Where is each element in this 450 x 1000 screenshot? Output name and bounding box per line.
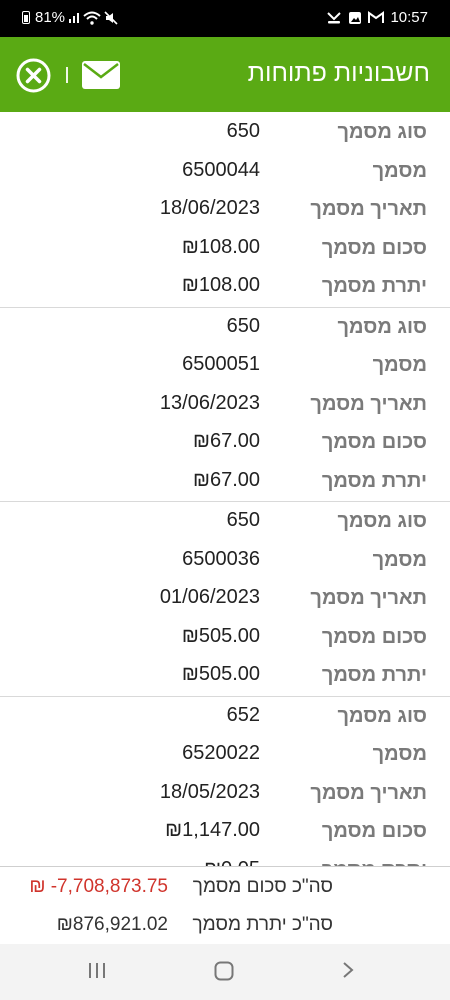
totals-footer: סה"כ סכום מסמך ₪ -7,708,873.75 סה"כ יתרת…: [0, 866, 450, 945]
doc-type-label: סוג מסמך: [337, 315, 427, 338]
total-amount-row: סה"כ סכום מסמך ₪ -7,708,873.75: [0, 867, 450, 905]
invoice-record[interactable]: סוג מסמך 650 מסמך 6500044 תאריך מסמך 18/…: [0, 113, 450, 308]
doc-balance-row: יתרת מסמך ₪108.00: [0, 268, 450, 307]
total-balance-label: סה"כ יתרת מסמך: [192, 914, 333, 935]
envelope-icon: [82, 61, 120, 89]
gallery-icon: [348, 11, 362, 25]
recent-apps-button[interactable]: [87, 960, 107, 984]
doc-amount-row: סכום מסמך ₪67.00: [0, 424, 450, 463]
doc-type-value: 650: [226, 120, 260, 142]
invoice-list[interactable]: סוג מסמך 650 מסמך 6500044 תאריך מסמך 18/…: [0, 113, 450, 867]
doc-type-value: 650: [226, 509, 260, 531]
back-chevron-icon: [343, 962, 354, 978]
doc-amount-row: סכום מסמך ₪1,147.00: [0, 813, 450, 852]
total-balance-row: סה"כ יתרת מסמך ₪876,921.02: [0, 905, 450, 943]
doc-balance-label: יתרת מסמך: [321, 275, 427, 297]
doc-amount-label: סכום מסמך: [321, 236, 427, 259]
doc-amount-value: ₪1,147.00: [165, 819, 260, 841]
doc-amount-label: סכום מסמך: [321, 431, 427, 453]
back-button[interactable]: [341, 960, 355, 984]
mute-icon: [104, 10, 118, 25]
doc-date-row: תאריך מסמך 13/06/2023: [0, 386, 450, 425]
close-button[interactable]: [16, 58, 51, 93]
doc-number-row: מסמך 6500036: [0, 542, 450, 581]
signal-bars-icon: [68, 12, 80, 24]
total-amount-label: סה"כ סכום מסמך: [192, 876, 333, 897]
doc-date-value: 13/06/2023: [159, 391, 260, 414]
doc-amount-label: סכום מסמך: [321, 625, 427, 648]
invoice-record[interactable]: סוג מסמך 650 מסמך 6500036 תאריך מסמך 01/…: [0, 502, 450, 697]
doc-number-value: 6520022: [182, 742, 260, 764]
close-circle-icon: [16, 58, 51, 93]
system-nav-bar: [0, 944, 450, 1000]
doc-date-value: 18/06/2023: [159, 197, 260, 219]
doc-balance-value: ₪505.00: [181, 663, 260, 685]
doc-date-row: תאריך מסמך 18/06/2023: [0, 191, 450, 230]
battery-level: 81%: [35, 9, 66, 26]
doc-number-label: מסמך: [372, 548, 427, 571]
doc-balance-row: יתרת מסמך ₪505.00: [0, 657, 450, 696]
app-header: חשבוניות פתוחות: [0, 37, 450, 112]
doc-amount-row: סכום מסמך ₪505.00: [0, 619, 450, 658]
doc-amount-value: ₪505.00: [181, 624, 260, 647]
doc-type-value: 650: [226, 314, 260, 337]
doc-amount-label: סכום מסמך: [321, 820, 427, 842]
total-amount-value: ₪ -7,708,873.75: [29, 876, 168, 897]
doc-date-row: תאריך מסמך 18/05/2023: [0, 775, 450, 814]
doc-type-row: סוג מסמך 650: [0, 503, 450, 542]
invoice-record[interactable]: סוג מסמך 650 מסמך 6500051 תאריך מסמך 13/…: [0, 308, 450, 502]
battery-icon: [22, 11, 30, 24]
total-balance-value: ₪876,921.02: [56, 914, 168, 935]
doc-number-row: מסמך 6520022: [0, 736, 450, 775]
invoice-record[interactable]: סוג מסמך 652 מסמך 6520022 תאריך מסמך 18/…: [0, 697, 450, 868]
doc-date-value: 18/05/2023: [159, 780, 260, 803]
doc-balance-row: יתרת מסמך ₪0.05: [0, 852, 450, 868]
doc-number-row: מסמך 6500044: [0, 153, 450, 192]
doc-date-row: תאריך מסמך 01/06/2023: [0, 580, 450, 619]
missed-call-icon: [326, 11, 342, 25]
status-left: 81%: [22, 9, 118, 26]
doc-balance-row: יתרת מסמך ₪67.00: [0, 463, 450, 502]
doc-date-value: 01/06/2023: [159, 586, 260, 608]
email-button[interactable]: [82, 61, 120, 89]
doc-date-label: תאריך מסמך: [310, 781, 427, 804]
doc-type-label: סוג מסמך: [337, 121, 427, 143]
doc-balance-label: יתרת מסמך: [321, 664, 427, 686]
home-icon: [214, 961, 234, 981]
doc-number-value: 6500036: [182, 547, 260, 570]
doc-number-label: מסמך: [372, 743, 427, 765]
doc-type-row: סוג מסמך 650: [0, 309, 450, 348]
doc-date-label: תאריך מסמך: [310, 587, 427, 609]
recent-apps-icon: [89, 963, 105, 978]
header-divider: [66, 67, 68, 83]
status-right: 10:57: [326, 9, 428, 26]
doc-amount-value: ₪67.00: [192, 430, 260, 452]
doc-balance-value: ₪108.00: [181, 274, 260, 296]
doc-type-row: סוג מסמך 650: [0, 114, 450, 153]
doc-number-value: 6500044: [182, 158, 260, 181]
doc-amount-row: סכום מסמך ₪108.00: [0, 230, 450, 269]
doc-number-row: מסמך 6500051: [0, 347, 450, 386]
doc-type-row: סוג מסמך 652: [0, 698, 450, 737]
doc-type-label: סוג מסמך: [337, 704, 427, 727]
doc-number-label: מסמך: [372, 354, 427, 376]
doc-balance-label: יתרת מסמך: [321, 469, 427, 492]
wifi-icon: [83, 11, 101, 25]
clock: 10:57: [390, 9, 428, 26]
doc-date-label: תאריך מסמך: [310, 392, 427, 415]
doc-date-label: תאריך מסמך: [310, 198, 427, 220]
doc-number-label: מסמך: [372, 159, 427, 182]
doc-balance-value: ₪67.00: [192, 468, 260, 491]
doc-number-value: 6500051: [182, 353, 260, 375]
home-button[interactable]: [213, 960, 235, 984]
doc-type-label: סוג מסמך: [337, 510, 427, 532]
gmail-icon: [368, 11, 385, 24]
page-title: חשבוניות פתוחות: [247, 59, 430, 87]
doc-amount-value: ₪108.00: [181, 235, 260, 258]
doc-type-value: 652: [226, 703, 260, 726]
status-bar: 81% 10:57: [0, 0, 450, 37]
